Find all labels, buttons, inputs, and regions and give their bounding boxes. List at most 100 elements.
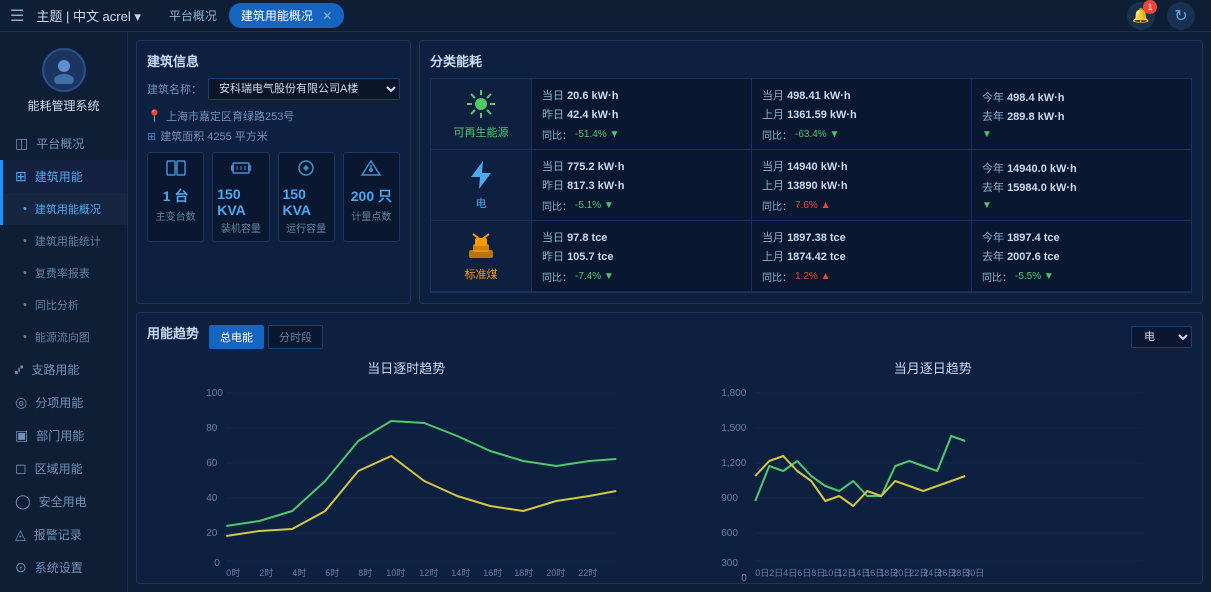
period-button[interactable]: 分时段 [268,325,323,349]
electricity-month: 当月 14940 kW·h 上月 13890 kW·h 同比：7.6% ▲ [752,150,971,220]
classification-energy-panel: 分类能耗 [419,40,1203,304]
coal-year: 今年 1897.4 tce 去年 2007.6 tce 同比：-5.5% ▼ [972,221,1191,291]
sidebar-item-report[interactable]: • 复费率报表 [0,257,127,289]
trend-title: 用能趋势 [147,323,199,342]
sidebar-item-platform[interactable]: ◫ 平台概况 [0,127,127,160]
coal-today: 当日 97.8 tce 昨日 105.7 tce 同比：-7.4% ▼ [532,221,751,291]
svg-text:12时: 12时 [419,567,438,578]
svg-text:80: 80 [206,423,218,434]
renewable-month: 当月 498.41 kW·h 上月 1361.59 kW·h 同比：-63.4%… [752,79,971,149]
notification-button[interactable]: 🔔 1 [1127,2,1155,30]
sidebar-item-sync[interactable]: • 同比分析 [0,289,127,321]
tab-building[interactable]: 建筑用能概况 ✕ [229,3,344,28]
renewable-label: 可再生能源 [454,124,509,140]
svg-text:8时: 8时 [358,567,372,578]
building-select-row: 建筑名称： 安科瑞电气股份有限公司A楼 [147,78,400,100]
total-energy-button[interactable]: 总电能 [209,325,264,349]
renewable-today: 当日 20.6 kW·h 昨日 42.4 kW·h 同比：-51.4% ▼ [532,79,751,149]
svg-text:40: 40 [206,493,218,504]
safety-icon: ◯ [15,493,31,510]
menu-icon[interactable]: ☰ [10,6,24,26]
sidebar-item-dept[interactable]: ▣ 部门用能 [0,419,127,452]
sidebar-item-log[interactable]: ◬ 报警记录 [0,518,127,551]
sidebar-item-building-overview[interactable]: • 建筑用能概况 [0,193,127,225]
running-icon [295,159,317,182]
building-meta: 📍 上海市嘉定区育绿路253号 ⊞ 建筑面积 4255 平方米 [147,108,400,144]
energy-type-coal: 标准煤 [431,221,531,291]
electricity-label: 电 [476,195,487,211]
meter-icon [360,159,382,182]
monthly-chart-title: 当月逐日趋势 [674,358,1193,377]
transformer-icon [165,159,187,182]
monthly-chart-container: 当月逐日趋势 1,800 1,500 1,200 900 600 300 0 [674,358,1193,558]
svg-text:600: 600 [721,528,738,539]
energy-type-electricity: 电 [431,150,531,220]
svg-text:10时: 10时 [386,567,405,578]
monthly-chart-svg: 1,800 1,500 1,200 900 600 300 0 [674,381,1193,581]
daily-chart-svg: 100 80 60 40 20 0 [147,381,666,581]
sidebar-item-area[interactable]: ◻ 区域用能 [0,452,127,485]
building-info-title: 建筑信息 [147,51,400,70]
app-brand: 主题 | 中文 acrel ▾ [36,6,141,25]
classification-energy-title: 分类能耗 [430,51,1192,70]
stat-running-capacity: 150 KVA 运行容量 [278,152,335,242]
trend-buttons: 总电能 分时段 [209,325,323,349]
daily-chart-container: 当日逐时趋势 100 80 60 40 20 0 [147,358,666,558]
branch-icon: ⑇ [15,361,23,377]
building-stats: 1 台 主变台数 [147,152,400,242]
sidebar: 能耗管理系统 ◫ 平台概况 ⊞ 建筑用能 • 建筑用能概况 • 建筑用能统计 •… [0,32,128,592]
coal-label: 标准煤 [465,266,498,282]
svg-text:6日: 6日 [797,568,811,578]
trend-section: 用能趋势 总电能 分时段 电 当日逐时趋势 100 [136,312,1203,584]
sidebar-item-branch[interactable]: ⑇ 支路用能 [0,353,127,386]
energy-type-renewable: 可再生能源 [431,79,531,149]
avatar [42,48,86,92]
area-text: 建筑面积 4255 平方米 [160,128,268,144]
refresh-button[interactable]: ↻ [1167,2,1195,30]
stat-transformers: 1 台 主变台数 [147,152,204,242]
sidebar-item-sub[interactable]: ◎ 分项用能 [0,386,127,419]
electricity-year: 今年 14940.0 kW·h 去年 15984.0 kW·h ▼ [972,150,1191,220]
sidebar-item-flow[interactable]: • 能源流向图 [0,321,127,353]
svg-text:20: 20 [206,528,218,539]
renewable-year: 今年 498.4 kW·h 去年 289.8 kW·h ▼ [972,79,1191,149]
dot-icon: • [23,331,27,343]
area-icon: ⊞ [147,130,156,143]
electricity-today: 当日 775.2 kW·h 昨日 817.3 kW·h 同比：-5.1% ▼ [532,150,751,220]
svg-text:60: 60 [206,458,218,469]
location-icon: 📍 [147,109,162,123]
tab-close-icon[interactable]: ✕ [322,9,332,23]
svg-text:100: 100 [206,388,223,399]
dot-icon: • [23,299,27,311]
dept-icon: ▣ [15,427,28,444]
svg-text:2日: 2日 [769,568,783,578]
svg-text:4日: 4日 [783,568,797,578]
stat-meter-count: 200 只 计量点数 [343,152,400,242]
svg-text:0时: 0时 [226,567,240,578]
installed-capacity-value: 150 KVA [217,186,264,218]
sidebar-profile: 能耗管理系统 [0,32,127,127]
address-text: 上海市嘉定区育绿路253号 [166,108,294,124]
sidebar-item-settings[interactable]: ⊙ 系统设置 [0,551,127,584]
energy-type-select[interactable]: 电 [1131,326,1192,348]
app-title: 能耗管理系统 [27,98,99,115]
building-icon: ⊞ [15,168,27,185]
svg-text:1,800: 1,800 [721,388,746,399]
svg-text:0: 0 [214,558,220,569]
svg-text:14时: 14时 [451,567,470,578]
meter-count-value: 200 只 [351,186,392,206]
topbar: ☰ 主题 | 中文 acrel ▾ 平台概况 建筑用能概况 ✕ 🔔 1 ↻ [0,0,1211,32]
building-name-select[interactable]: 安科瑞电气股份有限公司A楼 [208,78,400,100]
sidebar-item-safety[interactable]: ◯ 安全用电 [0,485,127,518]
tab-platform[interactable]: 平台概况 [157,3,229,28]
sidebar-item-building[interactable]: ⊞ 建筑用能 [0,160,127,193]
notification-badge: 1 [1143,0,1157,14]
svg-text:1,500: 1,500 [721,423,746,434]
svg-text:4时: 4时 [292,567,306,578]
log-icon: ◬ [15,526,26,543]
transformer-label: 主变台数 [156,208,196,223]
svg-text:16时: 16时 [483,567,502,578]
refresh-icon: ↻ [1174,6,1187,26]
sidebar-item-building-stats[interactable]: • 建筑用能统计 [0,225,127,257]
building-info-panel: 建筑信息 建筑名称： 安科瑞电气股份有限公司A楼 📍 上海市嘉定区育绿路253号 [136,40,411,304]
